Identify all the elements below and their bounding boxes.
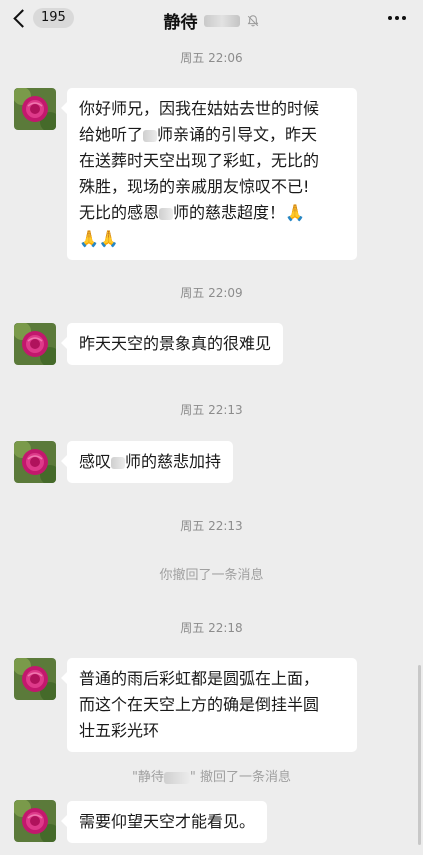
message-line: 壮五彩光环 [79,721,160,740]
rose-avatar-icon [14,441,56,483]
message-bubble[interactable]: 需要仰望天空才能看见。 [60,801,268,843]
timestamp: 周五 22:18 [180,621,243,635]
message-line: 普通的雨后彩虹都是圆弧在上面， [79,669,320,688]
message-line: 殊胜，现场的亲戚朋友惊叹不已! [79,177,310,196]
timestamp: 周五 22:06 [180,51,243,65]
avatar[interactable] [14,323,56,365]
timestamp: 周五 22:13 [180,519,243,533]
redacted-blur [143,129,158,142]
message-line: 🙏🙏 [79,229,119,248]
message-line: 而这个在天空上方的确是倒挂半圆 [79,695,320,714]
rose-avatar-icon [14,323,56,365]
message-line: 给她听了 师亲诵的引导文，昨天 [79,125,318,144]
redacted-blur [159,207,174,220]
message-bubble[interactable]: 昨天天空的景象真的很难见 [60,323,284,365]
rose-avatar-icon [14,800,56,842]
avatar[interactable] [14,800,56,842]
chat-header: 195 静待 [0,0,423,38]
mute-bell-icon [247,14,258,26]
chat-title-text: 静待 [163,13,198,33]
timestamp: 周五 22:13 [180,403,243,417]
message-bubble[interactable]: 你好师兄，因我在姑姑去世的时候 给她听了 师亲诵的引导文，昨天 在送葬时天空出现了… [61,88,357,260]
avatar[interactable] [14,88,56,130]
rose-avatar-icon [14,88,56,130]
redacted-name-blur [203,14,240,27]
recall-notice: "静待 " 撤回了一条消息 [131,770,292,785]
message-bubble[interactable]: 普通的雨后彩虹都是圆弧在上面， 而这个在天空上方的确是倒挂半圆 壮五彩光环 [61,658,357,752]
timestamp: 周五 22:09 [180,286,243,300]
recall-notice: 你撤回了一条消息 [159,568,264,583]
more-icon[interactable] [385,6,409,30]
message-text: 昨天天空的景象真的很难见 [79,334,272,353]
avatar[interactable] [14,658,56,700]
message-text: 需要仰望天空才能看见。 [79,812,256,831]
message-bubble[interactable]: 感叹 师的慈悲加持 [60,441,234,483]
redacted-blur [111,456,126,469]
message-line: 无比的感恩 师的慈悲超度！🙏 [79,203,305,222]
message-line: 你好师兄，因我在姑姑去世的时候 [79,99,320,118]
avatar[interactable] [14,441,56,483]
scrollbar[interactable] [418,665,421,845]
message-line: 在送葬时天空出现了彩虹，无比的 [79,151,320,170]
rose-avatar-icon [14,658,56,700]
redacted-blur [163,771,190,784]
chat-title: 静待 [0,8,423,33]
